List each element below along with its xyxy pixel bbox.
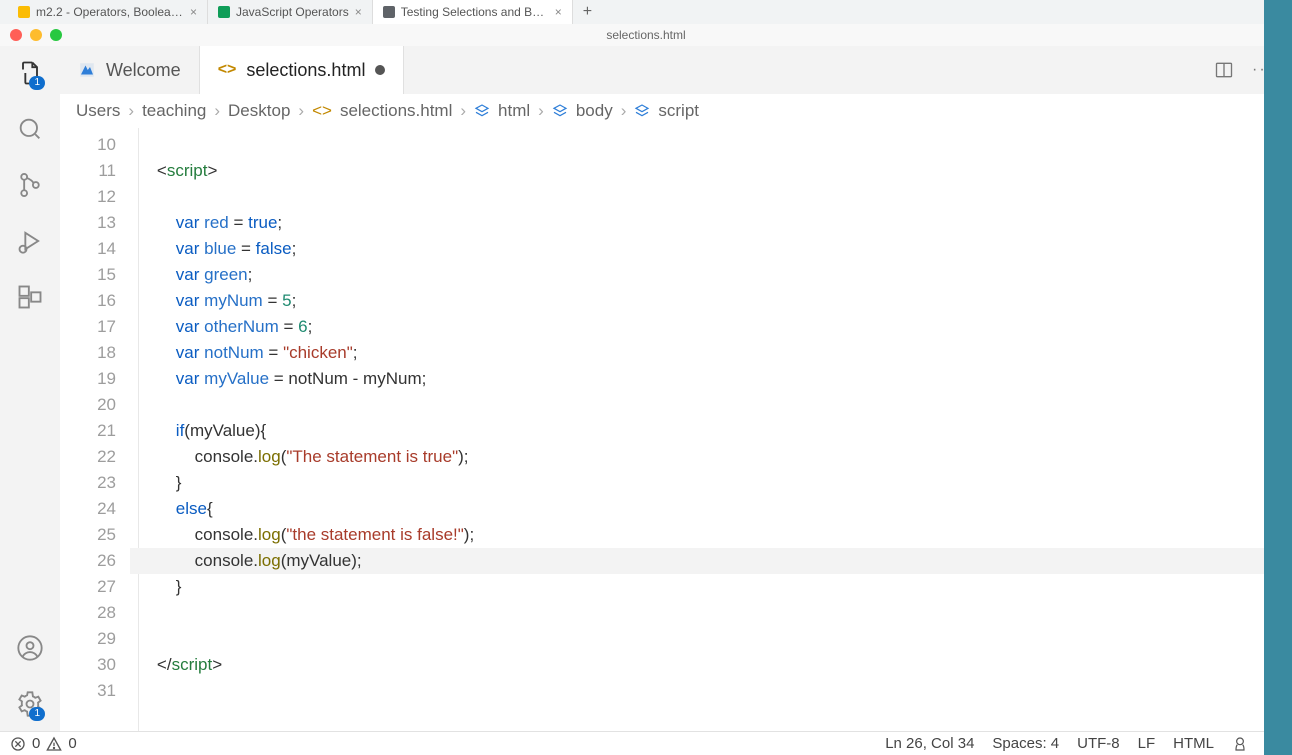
- file-html-icon: <>: [312, 101, 332, 121]
- source-control-icon[interactable]: [13, 168, 47, 202]
- editor-tab[interactable]: Welcome: [60, 46, 200, 94]
- code-line[interactable]: }: [130, 574, 1270, 600]
- code-line[interactable]: var blue = false;: [130, 236, 1270, 262]
- code-line[interactable]: [130, 600, 1270, 626]
- breadcrumb-symbol[interactable]: body: [576, 101, 613, 121]
- editor-body[interactable]: 1011121314151617181920212223242526272829…: [60, 128, 1292, 731]
- browser-tab[interactable]: m2.2 - Operators, Booleans & ×: [8, 0, 208, 24]
- editor-tab-label: Welcome: [106, 60, 181, 81]
- chevron-right-icon: ›: [460, 101, 466, 121]
- window-titlebar: selections.html: [0, 24, 1292, 46]
- warning-count[interactable]: 0: [68, 735, 76, 752]
- browser-tab-label: Testing Selections and Boole…: [401, 5, 549, 19]
- chevron-right-icon: ›: [214, 101, 220, 121]
- editor-tab-label: selections.html: [246, 60, 365, 81]
- run-debug-icon[interactable]: [13, 224, 47, 258]
- cursor-position[interactable]: Ln 26, Col 34: [885, 735, 974, 752]
- activity-bar: 1 1: [0, 46, 60, 731]
- code-area[interactable]: <script> var red = true; var blue = fals…: [130, 128, 1270, 731]
- code-line[interactable]: if(myValue){: [130, 418, 1270, 444]
- status-bar: 0 0 Ln 26, Col 34 Spaces: 4 UTF-8 LF HTM…: [0, 731, 1292, 755]
- breadcrumb-symbol[interactable]: html: [498, 101, 530, 121]
- language-mode[interactable]: HTML: [1173, 735, 1214, 752]
- code-line[interactable]: <script>: [130, 158, 1270, 184]
- code-line[interactable]: var myValue = notNum - myNum;: [130, 366, 1270, 392]
- extensions-icon[interactable]: [13, 280, 47, 314]
- code-line[interactable]: console.log("The statement is true");: [130, 444, 1270, 470]
- code-line[interactable]: [130, 184, 1270, 210]
- code-line[interactable]: var green;: [130, 262, 1270, 288]
- chevron-right-icon: ›: [538, 101, 544, 121]
- browser-tab[interactable]: Testing Selections and Boole… ×: [373, 0, 573, 24]
- code-line[interactable]: </script>: [130, 652, 1270, 678]
- feedback-icon[interactable]: [1232, 736, 1248, 752]
- code-line[interactable]: var red = true;: [130, 210, 1270, 236]
- favicon-icon: [218, 6, 230, 18]
- vscode-root: 1 1 Welcome <> selections.html: [0, 46, 1292, 731]
- window-title: selections.html: [606, 28, 685, 42]
- file-html-icon: <>: [218, 61, 237, 79]
- traffic-light-close-icon[interactable]: [10, 29, 22, 41]
- close-tab-icon[interactable]: ×: [355, 5, 362, 19]
- chevron-right-icon: ›: [621, 101, 627, 121]
- symbol-icon: [634, 103, 650, 119]
- favicon-icon: [18, 6, 30, 18]
- dirty-indicator-icon: [375, 65, 385, 75]
- code-line[interactable]: var otherNum = 6;: [130, 314, 1270, 340]
- editor-tab[interactable]: <> selections.html: [200, 46, 405, 94]
- error-count[interactable]: 0: [32, 735, 40, 752]
- symbol-icon: [552, 103, 568, 119]
- accounts-icon[interactable]: [13, 631, 47, 665]
- editor-tab-strip: Welcome<>selections.html ···: [60, 46, 1292, 94]
- editor-main: Welcome<>selections.html ··· Users › tea…: [60, 46, 1292, 731]
- close-tab-icon[interactable]: ×: [190, 5, 197, 19]
- warning-icon[interactable]: [46, 736, 62, 752]
- traffic-light-zoom-icon[interactable]: [50, 29, 62, 41]
- code-line[interactable]: [130, 392, 1270, 418]
- code-line[interactable]: }: [130, 470, 1270, 496]
- browser-tab-strip: m2.2 - Operators, Booleans & × JavaScrip…: [0, 0, 1292, 24]
- split-editor-icon[interactable]: [1214, 60, 1234, 80]
- code-line[interactable]: [130, 132, 1270, 158]
- breadcrumb-folder[interactable]: teaching: [142, 101, 206, 121]
- search-icon[interactable]: [13, 112, 47, 146]
- indentation[interactable]: Spaces: 4: [992, 735, 1059, 752]
- code-line[interactable]: var myNum = 5;: [130, 288, 1270, 314]
- right-decoration-strip: [1264, 0, 1292, 755]
- favicon-icon: [383, 6, 395, 18]
- explorer-badge: 1: [29, 76, 45, 90]
- eol[interactable]: LF: [1138, 735, 1156, 752]
- symbol-icon: [474, 103, 490, 119]
- code-line[interactable]: [130, 626, 1270, 652]
- new-tab-button[interactable]: +: [573, 3, 602, 21]
- breadcrumb-symbol[interactable]: script: [658, 101, 699, 121]
- explorer-icon[interactable]: 1: [13, 56, 47, 90]
- chevron-right-icon: ›: [298, 101, 304, 121]
- encoding[interactable]: UTF-8: [1077, 735, 1120, 752]
- close-tab-icon[interactable]: ×: [555, 5, 562, 19]
- code-line[interactable]: [130, 678, 1270, 704]
- traffic-light-min-icon[interactable]: [30, 29, 42, 41]
- breadcrumb[interactable]: Users › teaching › Desktop › <> selectio…: [60, 94, 1292, 128]
- code-line[interactable]: var notNum = "chicken";: [130, 340, 1270, 366]
- error-icon[interactable]: [10, 736, 26, 752]
- browser-tab[interactable]: JavaScript Operators ×: [208, 0, 373, 24]
- settings-gear-icon[interactable]: 1: [13, 687, 47, 721]
- breadcrumb-folder[interactable]: Users: [76, 101, 120, 121]
- chevron-right-icon: ›: [128, 101, 134, 121]
- breadcrumb-file[interactable]: selections.html: [340, 101, 452, 121]
- code-line[interactable]: console.log("the statement is false!");: [130, 522, 1270, 548]
- code-line[interactable]: console.log(myValue);: [130, 548, 1270, 574]
- code-line[interactable]: else{: [130, 496, 1270, 522]
- settings-badge: 1: [29, 707, 45, 721]
- browser-tab-label: m2.2 - Operators, Booleans &: [36, 5, 184, 19]
- line-number-gutter: 1011121314151617181920212223242526272829…: [60, 128, 130, 731]
- browser-tab-label: JavaScript Operators: [236, 5, 349, 19]
- breadcrumb-folder[interactable]: Desktop: [228, 101, 290, 121]
